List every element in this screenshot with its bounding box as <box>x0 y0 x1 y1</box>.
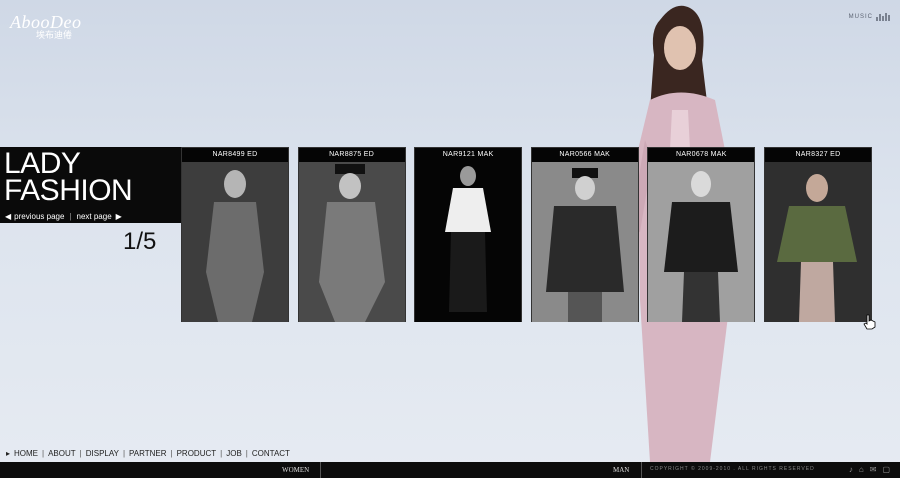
music-bars-icon <box>876 13 890 21</box>
product-card[interactable]: NAR0678 MAK <box>647 147 756 322</box>
nav-item-partner[interactable]: PARTNER <box>129 449 167 458</box>
pager-divider: | <box>69 211 72 221</box>
hand-cursor-icon <box>863 314 876 330</box>
product-code: NAR9121 MAK <box>415 148 522 162</box>
music-note-icon[interactable]: ♪ <box>849 465 853 474</box>
nav-divider: | <box>122 449 126 458</box>
nav-item-contact[interactable]: CONTACT <box>252 449 290 458</box>
product-photo <box>182 162 288 322</box>
product-code: NAR8499 ED <box>182 148 288 162</box>
product-gallery: NAR8499 ED NAR8875 ED NAR9121 MAK NAR056… <box>181 147 881 322</box>
product-card[interactable]: NAR8875 ED <box>297 147 406 322</box>
product-card[interactable]: NAR0566 MAK <box>530 147 639 322</box>
utility-icons: ♪ ⌂ ✉ ▢ <box>849 465 890 474</box>
product-code: NAR0678 MAK <box>648 148 755 162</box>
mail-icon[interactable]: ✉ <box>870 465 877 474</box>
product-code: NAR8875 ED <box>298 148 405 162</box>
arrow-left-icon: ◀ <box>5 211 12 221</box>
product-photo <box>531 162 638 322</box>
window-icon[interactable]: ▢ <box>882 465 890 474</box>
nav-arrow-icon: ▸ <box>6 449 11 458</box>
nav-divider: | <box>220 449 223 458</box>
previous-page-link[interactable]: previous page <box>14 212 64 221</box>
product-code: NAR0566 MAK <box>531 148 638 162</box>
product-card[interactable]: NAR8327 ED <box>763 147 872 322</box>
product-photo <box>415 162 522 322</box>
page-counter: 1/5 <box>123 228 157 255</box>
nav-item-product[interactable]: PRODUCT <box>177 449 217 458</box>
pager-bar: ◀ previous page | next page ▶ <box>0 209 181 223</box>
nav-divider: | <box>170 449 173 458</box>
nav-item-job[interactable]: JOB <box>226 449 242 458</box>
bar-divider <box>641 462 642 478</box>
nav-divider: | <box>79 449 82 458</box>
product-code: NAR8327 ED <box>764 148 871 162</box>
music-label: MUSIC <box>848 14 873 20</box>
next-page-link[interactable]: next page <box>77 212 112 221</box>
product-card[interactable]: NAR9121 MAK <box>414 147 523 322</box>
bottom-bar: WOMEN MAN COPYRIGHT © 2009-2010 . ALL RI… <box>0 462 900 478</box>
nav-item-home[interactable]: HOME <box>14 449 38 458</box>
product-photo <box>298 162 405 322</box>
copyright-text: COPYRIGHT © 2009-2010 . ALL RIGHTS RESER… <box>650 466 815 472</box>
nav-divider: | <box>42 449 45 458</box>
product-card[interactable]: NAR8499 ED <box>181 147 289 322</box>
brand-logo[interactable]: AbooDeo 埃布迪倦 <box>10 12 81 40</box>
arrow-right-icon: ▶ <box>115 211 122 221</box>
nav-item-about[interactable]: ABOUT <box>48 449 76 458</box>
product-photo <box>764 162 871 322</box>
title-line-2: FASHION <box>4 174 133 207</box>
product-photo <box>648 162 755 322</box>
women-link[interactable]: WOMEN <box>282 466 309 474</box>
brand-name-cn: 埃布迪倦 <box>36 30 73 40</box>
page-title: LADY FASHION <box>0 147 181 209</box>
nav-divider: | <box>245 449 248 458</box>
nav-item-display[interactable]: DISPLAY <box>86 449 119 458</box>
music-toggle[interactable]: MUSIC <box>849 13 890 21</box>
home-icon[interactable]: ⌂ <box>859 465 864 474</box>
bar-divider <box>320 462 321 478</box>
man-link[interactable]: MAN <box>613 466 629 474</box>
footer-navigation: ▸ HOME | ABOUT | DISPLAY | PARTNER | PRO… <box>6 449 294 458</box>
